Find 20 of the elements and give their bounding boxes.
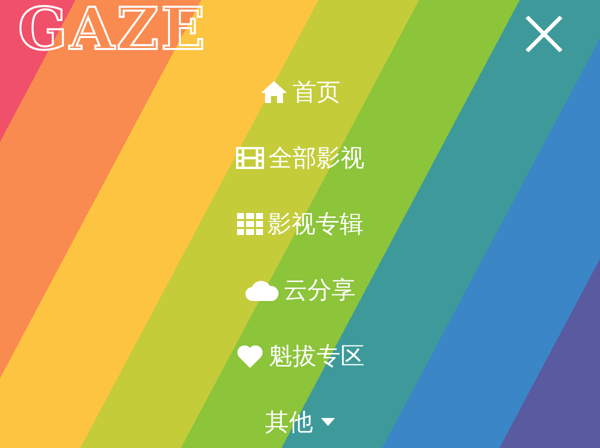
menu-item[interactable]: 影视专辑 <box>236 191 364 257</box>
film-icon <box>236 147 264 169</box>
menu-label: 全部影视 <box>268 143 364 174</box>
menu-item[interactable]: 首页 <box>260 59 340 125</box>
menu-label: 其他 <box>265 407 313 438</box>
menu-label: 首页 <box>292 77 340 108</box>
home-icon <box>260 80 288 104</box>
menu-item[interactable]: 云分享 <box>244 257 356 323</box>
cloud-icon <box>244 279 278 301</box>
menu-item[interactable]: 魁拔专区 <box>236 323 364 389</box>
gaze-logo[interactable]: GAZE <box>18 0 208 58</box>
heart-icon <box>236 344 264 368</box>
menu-label: 影视专辑 <box>268 209 364 240</box>
menu-label: 魁拔专区 <box>268 341 364 372</box>
close-icon[interactable] <box>524 16 564 52</box>
grid-icon <box>236 213 262 235</box>
caret-icon <box>321 418 335 426</box>
menu-item[interactable]: 全部影视 <box>236 125 364 191</box>
dropdown-menu-item[interactable]: 其他 <box>265 389 335 448</box>
menu-label: 云分享 <box>284 275 356 306</box>
